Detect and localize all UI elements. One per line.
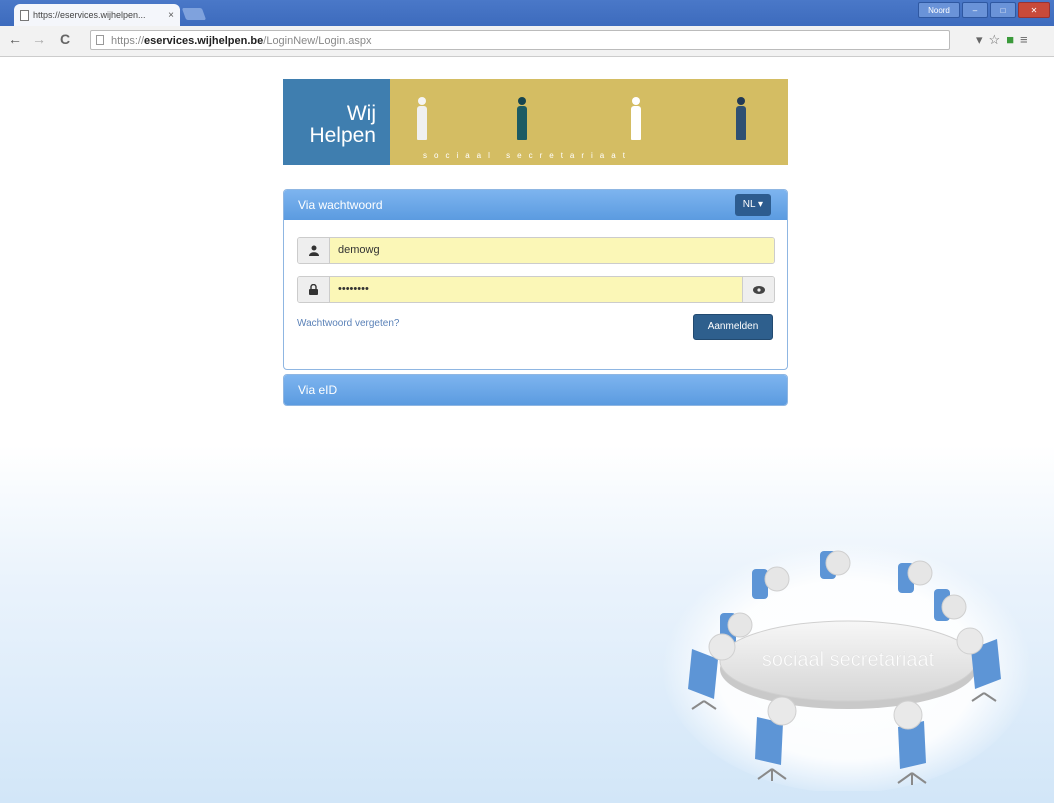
back-button[interactable]: ← (8, 31, 22, 47)
url-path: /LoginNew/Login.aspx (263, 35, 372, 47)
forgot-password-link[interactable]: Wachtwoord vergeten? (297, 318, 399, 329)
caret-down-icon: ▾ (757, 199, 763, 210)
url-prefix: https:// (111, 35, 145, 47)
extension-icon[interactable]: ■ (1006, 32, 1014, 48)
tab-close-icon[interactable]: × (168, 10, 174, 21)
eid-panel-header[interactable]: Via eID (284, 375, 787, 405)
password-login-panel: Via wachtwoord NL ▾ demowg •••••••• Wach… (283, 189, 788, 370)
logo-line-2: Helpen (309, 124, 376, 147)
meeting-table-illustration: sociaal secretariaat (662, 537, 1032, 791)
eid-login-panel[interactable]: Via eID (283, 374, 788, 406)
brand-logo: Wij Helpen (283, 79, 390, 165)
logo-line-1: Wij (346, 102, 376, 125)
window-user-badge[interactable]: Noord (918, 2, 960, 18)
maximize-button[interactable]: □ (990, 2, 1016, 18)
person-figure-icon (735, 97, 747, 140)
password-group: •••••••• (297, 276, 775, 303)
username-input[interactable]: demowg (330, 238, 774, 263)
person-figure-icon (630, 97, 642, 140)
brand-banner: Wij Helpen sociaal secretariaat (283, 79, 788, 165)
person-figure-icon (516, 97, 528, 140)
filter-icon[interactable]: ▾ (976, 32, 983, 48)
lock-icon (298, 277, 330, 302)
eid-panel-title: Via eID (298, 383, 338, 397)
reload-button[interactable]: C (60, 31, 70, 47)
tab-title: https://eservices.wijhelpen... (33, 10, 146, 20)
url-host: eservices.wijhelpen.be (144, 35, 264, 47)
browser-toolbar: ← → C https://eservices.wijhelpen.be/Log… (0, 26, 1054, 57)
toolbar-actions: ▾ ☆ ■ ≡ (976, 32, 1028, 48)
page-content: Wij Helpen sociaal secretariaat Via wach… (0, 57, 1054, 803)
show-password-icon[interactable] (742, 277, 774, 302)
password-panel-title: Via wachtwoord (298, 198, 383, 212)
bookmark-star-icon[interactable]: ☆ (989, 32, 1001, 48)
user-icon (298, 238, 330, 263)
page-info-icon (96, 35, 104, 45)
forward-button[interactable]: → (32, 31, 46, 47)
new-tab-button[interactable] (181, 8, 207, 20)
page-icon (20, 9, 29, 21)
username-group: demowg (297, 237, 775, 264)
person-figure-icon (416, 97, 428, 140)
brand-tagline: sociaal secretariaat (423, 151, 632, 160)
browser-tabstrip: https://eservices.wijhelpen... × Noord ‒… (0, 0, 1054, 26)
language-label: NL (742, 199, 756, 210)
menu-icon[interactable]: ≡ (1020, 32, 1028, 48)
address-bar[interactable]: https://eservices.wijhelpen.be/LoginNew/… (90, 30, 950, 50)
password-input[interactable]: •••••••• (330, 277, 742, 302)
browser-tab[interactable]: https://eservices.wijhelpen... × (14, 4, 180, 26)
password-panel-header[interactable]: Via wachtwoord NL ▾ (284, 190, 787, 220)
window-controls: Noord ‒ □ ✕ (918, 2, 1050, 18)
login-button[interactable]: Aanmelden (693, 314, 773, 340)
table-text: sociaal secretariaat (762, 649, 935, 671)
language-dropdown[interactable]: NL ▾ (734, 194, 771, 216)
minimize-button[interactable]: ‒ (962, 2, 988, 18)
window-close-button[interactable]: ✕ (1018, 2, 1050, 18)
